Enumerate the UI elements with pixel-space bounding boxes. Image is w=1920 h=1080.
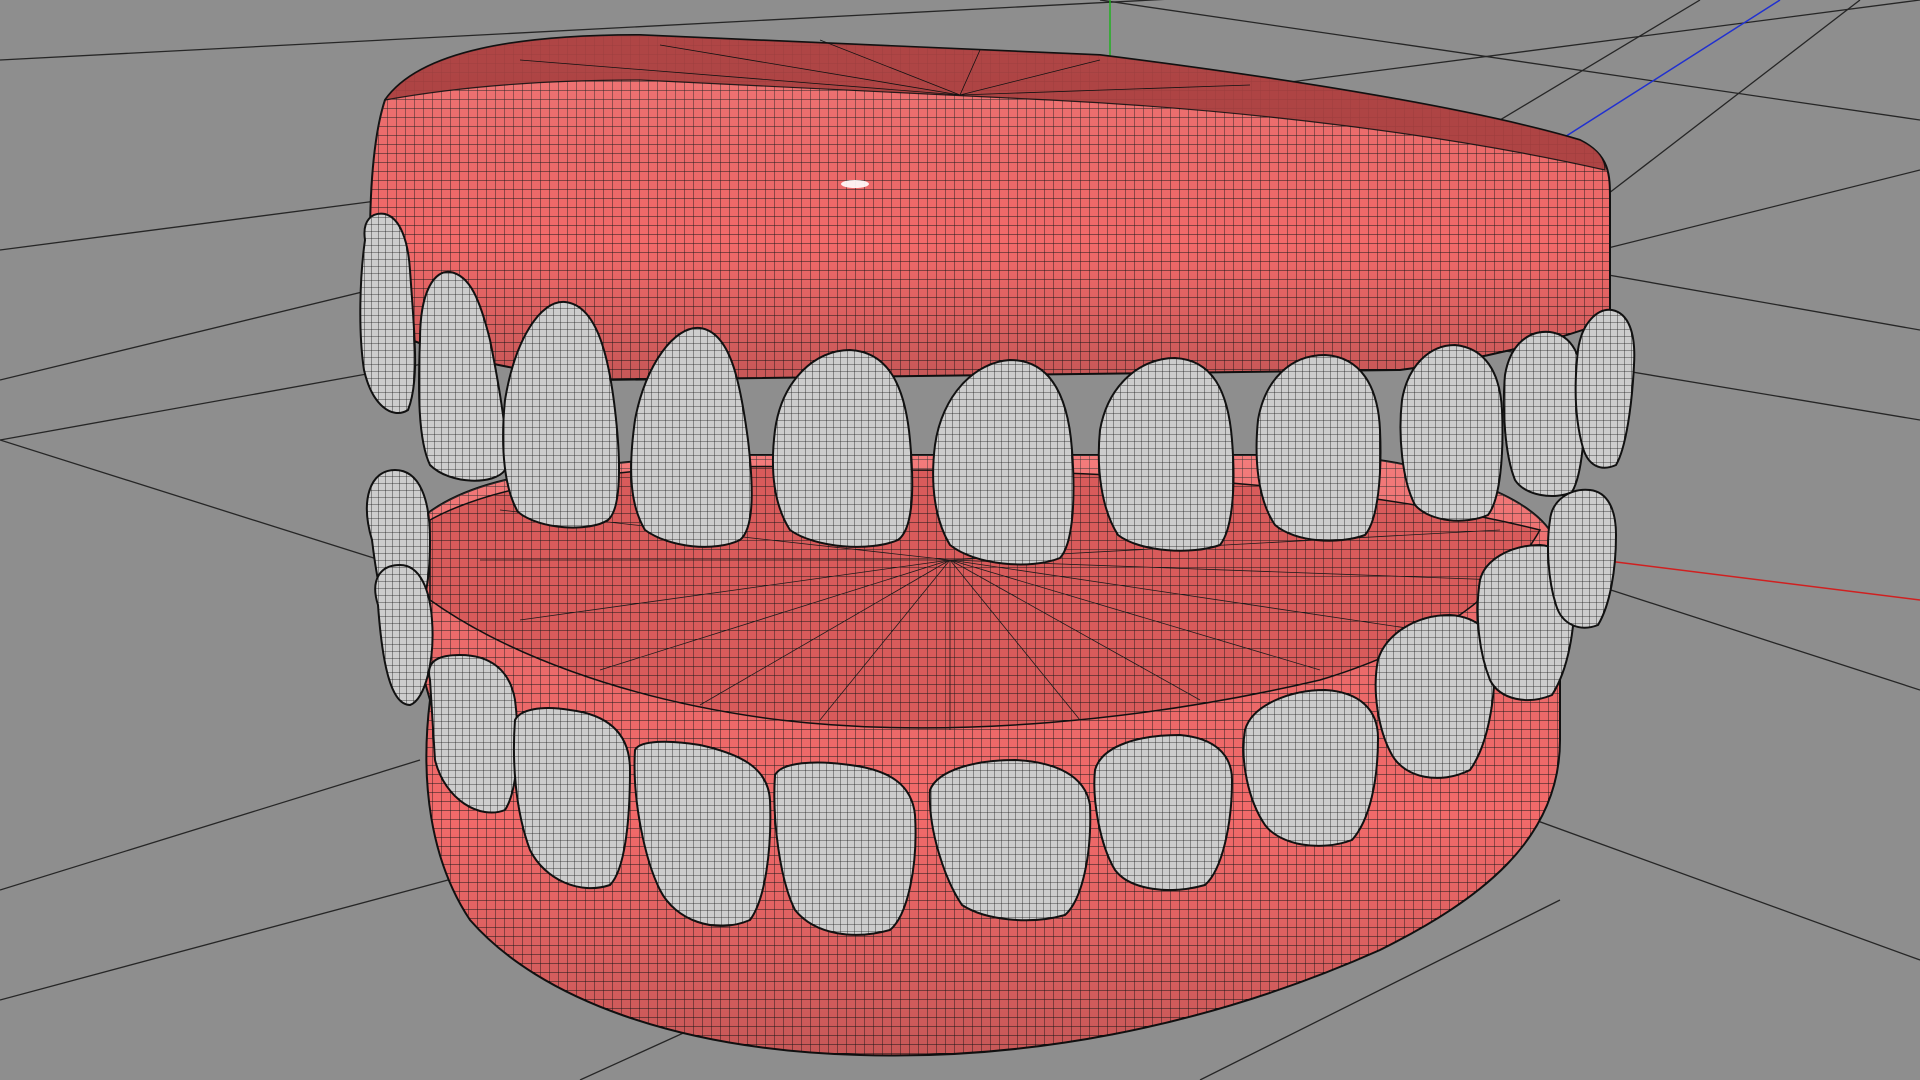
upper-tooth[interactable]: [771, 348, 914, 548]
viewport-canvas[interactable]: [0, 0, 1920, 1080]
upper-tooth[interactable]: [1574, 308, 1636, 469]
lower-tooth[interactable]: [1093, 733, 1234, 891]
upper-tooth[interactable]: [1399, 343, 1504, 522]
lower-tooth[interactable]: [374, 563, 434, 707]
lower-tooth[interactable]: [1374, 613, 1497, 779]
upper-tooth[interactable]: [359, 212, 417, 415]
denture-model[interactable]: [359, 33, 1636, 1057]
lower-tooth[interactable]: [773, 761, 917, 936]
lower-tooth[interactable]: [1547, 488, 1618, 629]
upper-tooth[interactable]: [932, 358, 1075, 566]
x-axis-line: [1599, 559, 1920, 601]
upper-tooth[interactable]: [1502, 330, 1586, 497]
upper-tooth[interactable]: [1255, 353, 1382, 542]
upper-tooth[interactable]: [1097, 356, 1235, 552]
3d-viewport[interactable]: [0, 0, 1920, 1080]
z-axis-line: [1559, 0, 1781, 141]
specular-highlight: [841, 180, 869, 188]
lower-tooth[interactable]: [1242, 688, 1380, 847]
